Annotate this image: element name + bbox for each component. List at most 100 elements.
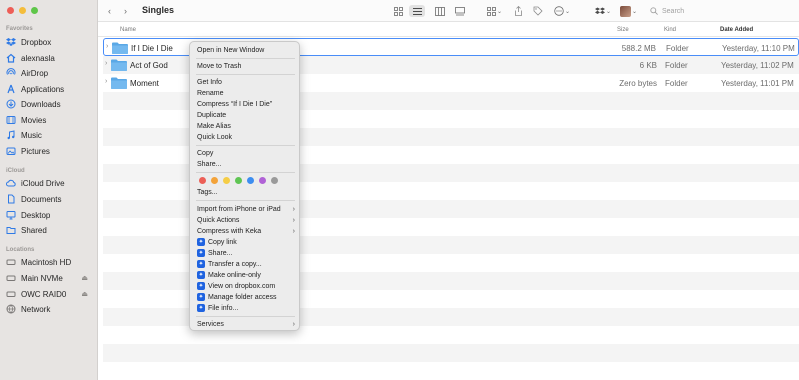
- menu-item-copy[interactable]: Copy: [197, 148, 297, 158]
- menu-item-get-info[interactable]: Get Info: [197, 77, 297, 87]
- menu-item-services[interactable]: Services ›: [197, 319, 297, 329]
- sidebar-item-music[interactable]: Music: [6, 128, 92, 142]
- tag-color-dot[interactable]: [271, 177, 278, 184]
- sidebar-item-downloads[interactable]: Downloads: [6, 97, 92, 111]
- dropbox-icon: ✦: [197, 304, 205, 312]
- menu-item-label: Make online-only: [208, 271, 261, 279]
- sidebar-item-owc-raid0[interactable]: OWC RAID0 ⏏: [6, 287, 92, 301]
- menu-item-label: Get Info: [197, 78, 222, 86]
- sidebar-item-network[interactable]: Network: [6, 302, 92, 316]
- dropbox-icon: ✦: [197, 282, 205, 290]
- column-date-header[interactable]: Date Added: [720, 27, 753, 33]
- eject-icon[interactable]: ⏏: [81, 290, 88, 298]
- menu-item-dropbox-manage-access[interactable]: ✦ Manage folder access: [197, 292, 297, 302]
- disclosure-triangle-icon[interactable]: ›: [106, 43, 108, 50]
- menu-item-label: Quick Look: [197, 133, 233, 141]
- column-view-button[interactable]: [432, 5, 448, 17]
- menu-item-compress-keka[interactable]: Compress with Keka ›: [197, 226, 297, 236]
- menu-item-dropbox-share[interactable]: ✦ Share...: [197, 248, 297, 258]
- close-window-button[interactable]: [7, 7, 14, 14]
- sidebar-item-alexnasla[interactable]: alexnasla: [6, 51, 92, 65]
- menu-item-share[interactable]: Share...: [197, 159, 297, 169]
- sidebar-item-applications[interactable]: Applications: [6, 82, 92, 96]
- menu-item-dropbox-transfer[interactable]: ✦ Transfer a copy...: [197, 259, 297, 269]
- list-view-button[interactable]: [409, 5, 425, 17]
- file-size: Zero bytes: [619, 79, 657, 88]
- sidebar-item-pictures[interactable]: Pictures: [6, 144, 92, 158]
- network-icon: [6, 304, 16, 314]
- back-button[interactable]: ‹: [108, 5, 111, 17]
- dropbox-icon: ✦: [197, 238, 205, 246]
- sidebar-item-label: OWC RAID0: [21, 289, 67, 299]
- dropbox-toolbar-button[interactable]: ⌄: [595, 5, 611, 17]
- dropbox-icon: ✦: [197, 260, 205, 268]
- search-field[interactable]: Search: [650, 5, 720, 17]
- file-date: Yesterday, 11:01 PM: [721, 79, 794, 88]
- menu-item-import-iphone[interactable]: Import from iPhone or iPad ›: [197, 204, 297, 214]
- sidebar-item-desktop[interactable]: Desktop: [6, 208, 92, 222]
- menu-item-duplicate[interactable]: Duplicate: [197, 110, 297, 120]
- sidebar-item-label: Macintosh HD: [21, 257, 72, 267]
- file-name: Moment: [130, 79, 159, 88]
- tag-button[interactable]: [533, 5, 543, 17]
- chevron-down-icon: ⌄: [606, 8, 612, 15]
- disclosure-triangle-icon[interactable]: ›: [105, 60, 107, 67]
- menu-item-compress[interactable]: Compress “If I Die I Die”: [197, 99, 297, 109]
- sidebar-item-macintosh-hd[interactable]: Macintosh HD: [6, 255, 92, 269]
- tag-color-dot[interactable]: [235, 177, 242, 184]
- gallery-view-button[interactable]: [452, 5, 468, 17]
- menu-item-label: Copy: [197, 149, 214, 157]
- list-view-icon: [412, 7, 422, 15]
- column-view-icon: [435, 6, 445, 16]
- sidebar-item-icloud-drive[interactable]: iCloud Drive: [6, 176, 92, 190]
- menu-item-dropbox-file-info[interactable]: ✦ File info...: [197, 303, 297, 313]
- disclosure-triangle-icon[interactable]: ›: [105, 78, 107, 85]
- shared-folder-icon: [6, 225, 16, 235]
- column-kind-header[interactable]: Kind: [664, 27, 676, 33]
- file-size: 588.2 MB: [621, 44, 656, 53]
- column-size-header[interactable]: Size: [617, 27, 629, 33]
- tag-color-dot[interactable]: [223, 177, 230, 184]
- ellipsis-circle-icon: [554, 6, 564, 16]
- sidebar-item-label: AirDrop: [21, 68, 49, 78]
- menu-item-quick-actions[interactable]: Quick Actions ›: [197, 215, 297, 225]
- menu-item-open-new-window[interactable]: Open in New Window: [197, 45, 297, 55]
- menu-item-quick-look[interactable]: Quick Look: [197, 132, 297, 142]
- menu-item-dropbox-online-only[interactable]: ✦ Make online-only: [197, 270, 297, 280]
- menu-item-dropbox-view[interactable]: ✦ View on dropbox.com: [197, 281, 297, 291]
- action-menu-button[interactable]: ⌄: [554, 5, 570, 17]
- menu-separator: [196, 200, 295, 201]
- sidebar-item-airdrop[interactable]: AirDrop: [6, 66, 92, 80]
- share-button[interactable]: [514, 5, 523, 17]
- menu-item-label: Rename: [197, 89, 224, 97]
- forward-button[interactable]: ›: [124, 5, 127, 17]
- column-name-header[interactable]: Name: [120, 27, 136, 33]
- menu-item-move-to-trash[interactable]: Move to Trash: [197, 61, 297, 71]
- menu-item-rename[interactable]: Rename: [197, 88, 297, 98]
- zoom-window-button[interactable]: [31, 7, 38, 14]
- menu-item-label: Move to Trash: [197, 62, 242, 70]
- tag-color-dot[interactable]: [259, 177, 266, 184]
- group-by-button[interactable]: ⌄: [487, 5, 502, 17]
- sidebar-item-dropbox[interactable]: Dropbox: [6, 35, 92, 49]
- chevron-right-icon: ›: [124, 6, 127, 16]
- menu-item-tags[interactable]: Tags...: [197, 187, 297, 197]
- menu-item-dropbox-copy-link[interactable]: ✦ Copy link: [197, 237, 297, 247]
- profile-button[interactable]: ⌄: [620, 5, 637, 17]
- file-kind: Folder: [665, 79, 688, 88]
- tag-color-dot[interactable]: [211, 177, 218, 184]
- sidebar-item-main-nvme[interactable]: Main NVMe ⏏: [6, 271, 92, 285]
- sidebar-item-label: alexnasla: [21, 53, 55, 63]
- desktop-icon: [6, 210, 16, 220]
- eject-icon[interactable]: ⏏: [81, 274, 88, 282]
- sidebar-item-documents[interactable]: Documents: [6, 192, 92, 206]
- minimize-window-button[interactable]: [19, 7, 26, 14]
- tag-color-dot[interactable]: [199, 177, 206, 184]
- tag-color-dot[interactable]: [247, 177, 254, 184]
- sidebar-item-movies[interactable]: Movies: [6, 113, 92, 127]
- sidebar-item-shared[interactable]: Shared: [6, 223, 92, 237]
- icon-view-button[interactable]: [391, 5, 406, 17]
- chevron-left-icon: ‹: [108, 6, 111, 16]
- menu-item-make-alias[interactable]: Make Alias: [197, 121, 297, 131]
- airdrop-icon: [6, 68, 16, 78]
